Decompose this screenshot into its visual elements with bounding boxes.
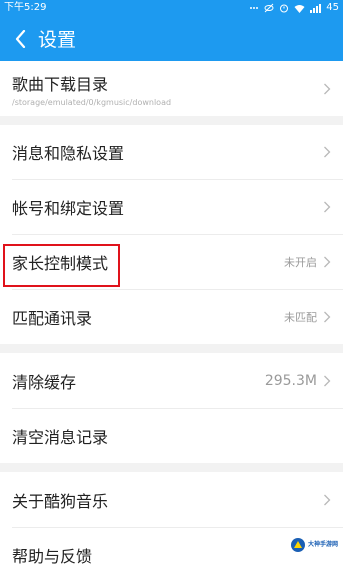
watermark-logo-icon <box>290 538 305 552</box>
section-divider <box>0 463 343 472</box>
setting-about[interactable]: 关于酷狗音乐 <box>0 472 343 527</box>
setting-parental-control[interactable]: 家长控制模式 未开启 <box>0 234 343 289</box>
back-button[interactable] <box>10 24 30 54</box>
setting-text: 关于酷狗音乐 <box>12 488 323 512</box>
setting-clear-messages[interactable]: 清空消息记录 <box>0 408 343 463</box>
alarm-icon <box>280 4 289 13</box>
setting-label: 清空消息记录 <box>12 427 109 447</box>
section-divider <box>0 344 343 353</box>
setting-label: 匹配通讯录 <box>12 308 93 328</box>
setting-text: 消息和隐私设置 <box>12 140 323 164</box>
setting-clear-cache[interactable]: 清除缓存 295.3M <box>0 353 343 408</box>
section-divider <box>0 116 343 125</box>
signal-bars-icon <box>310 3 322 13</box>
chevron-right-icon <box>324 201 331 212</box>
settings-group-about: 关于酷狗音乐 帮助与反馈 <box>0 472 343 582</box>
setting-label: 清除缓存 <box>12 372 77 392</box>
status-icons: 45 <box>249 0 339 16</box>
setting-account-binding[interactable]: 帐号和绑定设置 <box>0 179 343 234</box>
settings-group-data: 清除缓存 295.3M 清空消息记录 <box>0 353 343 463</box>
setting-download-directory[interactable]: 歌曲下载目录 /storage/emulated/0/kgmusic/downl… <box>0 61 343 116</box>
setting-privacy[interactable]: 消息和隐私设置 <box>0 125 343 179</box>
setting-label: 帐号和绑定设置 <box>12 198 125 218</box>
setting-text: 匹配通讯录 <box>12 305 284 329</box>
parental-status: 未开启 <box>284 255 317 269</box>
setting-text: 清空消息记录 <box>12 424 331 448</box>
setting-text: 家长控制模式 <box>12 250 284 274</box>
download-path: /storage/emulated/0/kgmusic/download <box>12 97 172 107</box>
title-bar: 设置 <box>0 16 343 61</box>
signal-dots-icon <box>250 7 259 9</box>
chevron-right-icon <box>324 375 331 386</box>
setting-text: 清除缓存 <box>12 369 265 393</box>
watermark-text: 大神手游网 <box>307 541 338 548</box>
page-title: 设置 <box>38 29 77 51</box>
eye-off-icon <box>264 3 274 13</box>
setting-text: 帐号和绑定设置 <box>12 195 323 219</box>
chevron-right-icon <box>324 146 331 158</box>
cache-size: 295.3M <box>264 372 317 389</box>
setting-label: 家长控制模式 <box>12 253 109 273</box>
status-bar: 下午5:29 45 <box>0 0 343 16</box>
contacts-status: 未匹配 <box>284 310 317 324</box>
chevron-right-icon <box>324 83 331 94</box>
chevron-right-icon <box>324 311 331 322</box>
setting-label: 消息和隐私设置 <box>12 144 125 163</box>
setting-label: 关于酷狗音乐 <box>12 491 109 511</box>
setting-text: 歌曲下载目录 /storage/emulated/0/kgmusic/downl… <box>12 71 323 107</box>
battery-level: 45 <box>326 2 339 13</box>
chevron-right-icon <box>324 494 331 505</box>
chevron-right-icon <box>324 256 331 267</box>
wifi-icon <box>294 4 305 13</box>
watermark: 大神手游网 <box>286 535 341 555</box>
setting-label: 歌曲下载目录 <box>12 74 109 94</box>
chevron-left-icon <box>15 29 25 48</box>
setting-match-contacts[interactable]: 匹配通讯录 未匹配 <box>0 289 343 344</box>
status-time: 下午5:29 <box>4 2 47 13</box>
settings-group-storage: 歌曲下载目录 /storage/emulated/0/kgmusic/downl… <box>0 61 343 116</box>
settings-group-account: 消息和隐私设置 帐号和绑定设置 家长控制模式 未开启 匹配通讯录 未匹配 <box>0 125 343 344</box>
